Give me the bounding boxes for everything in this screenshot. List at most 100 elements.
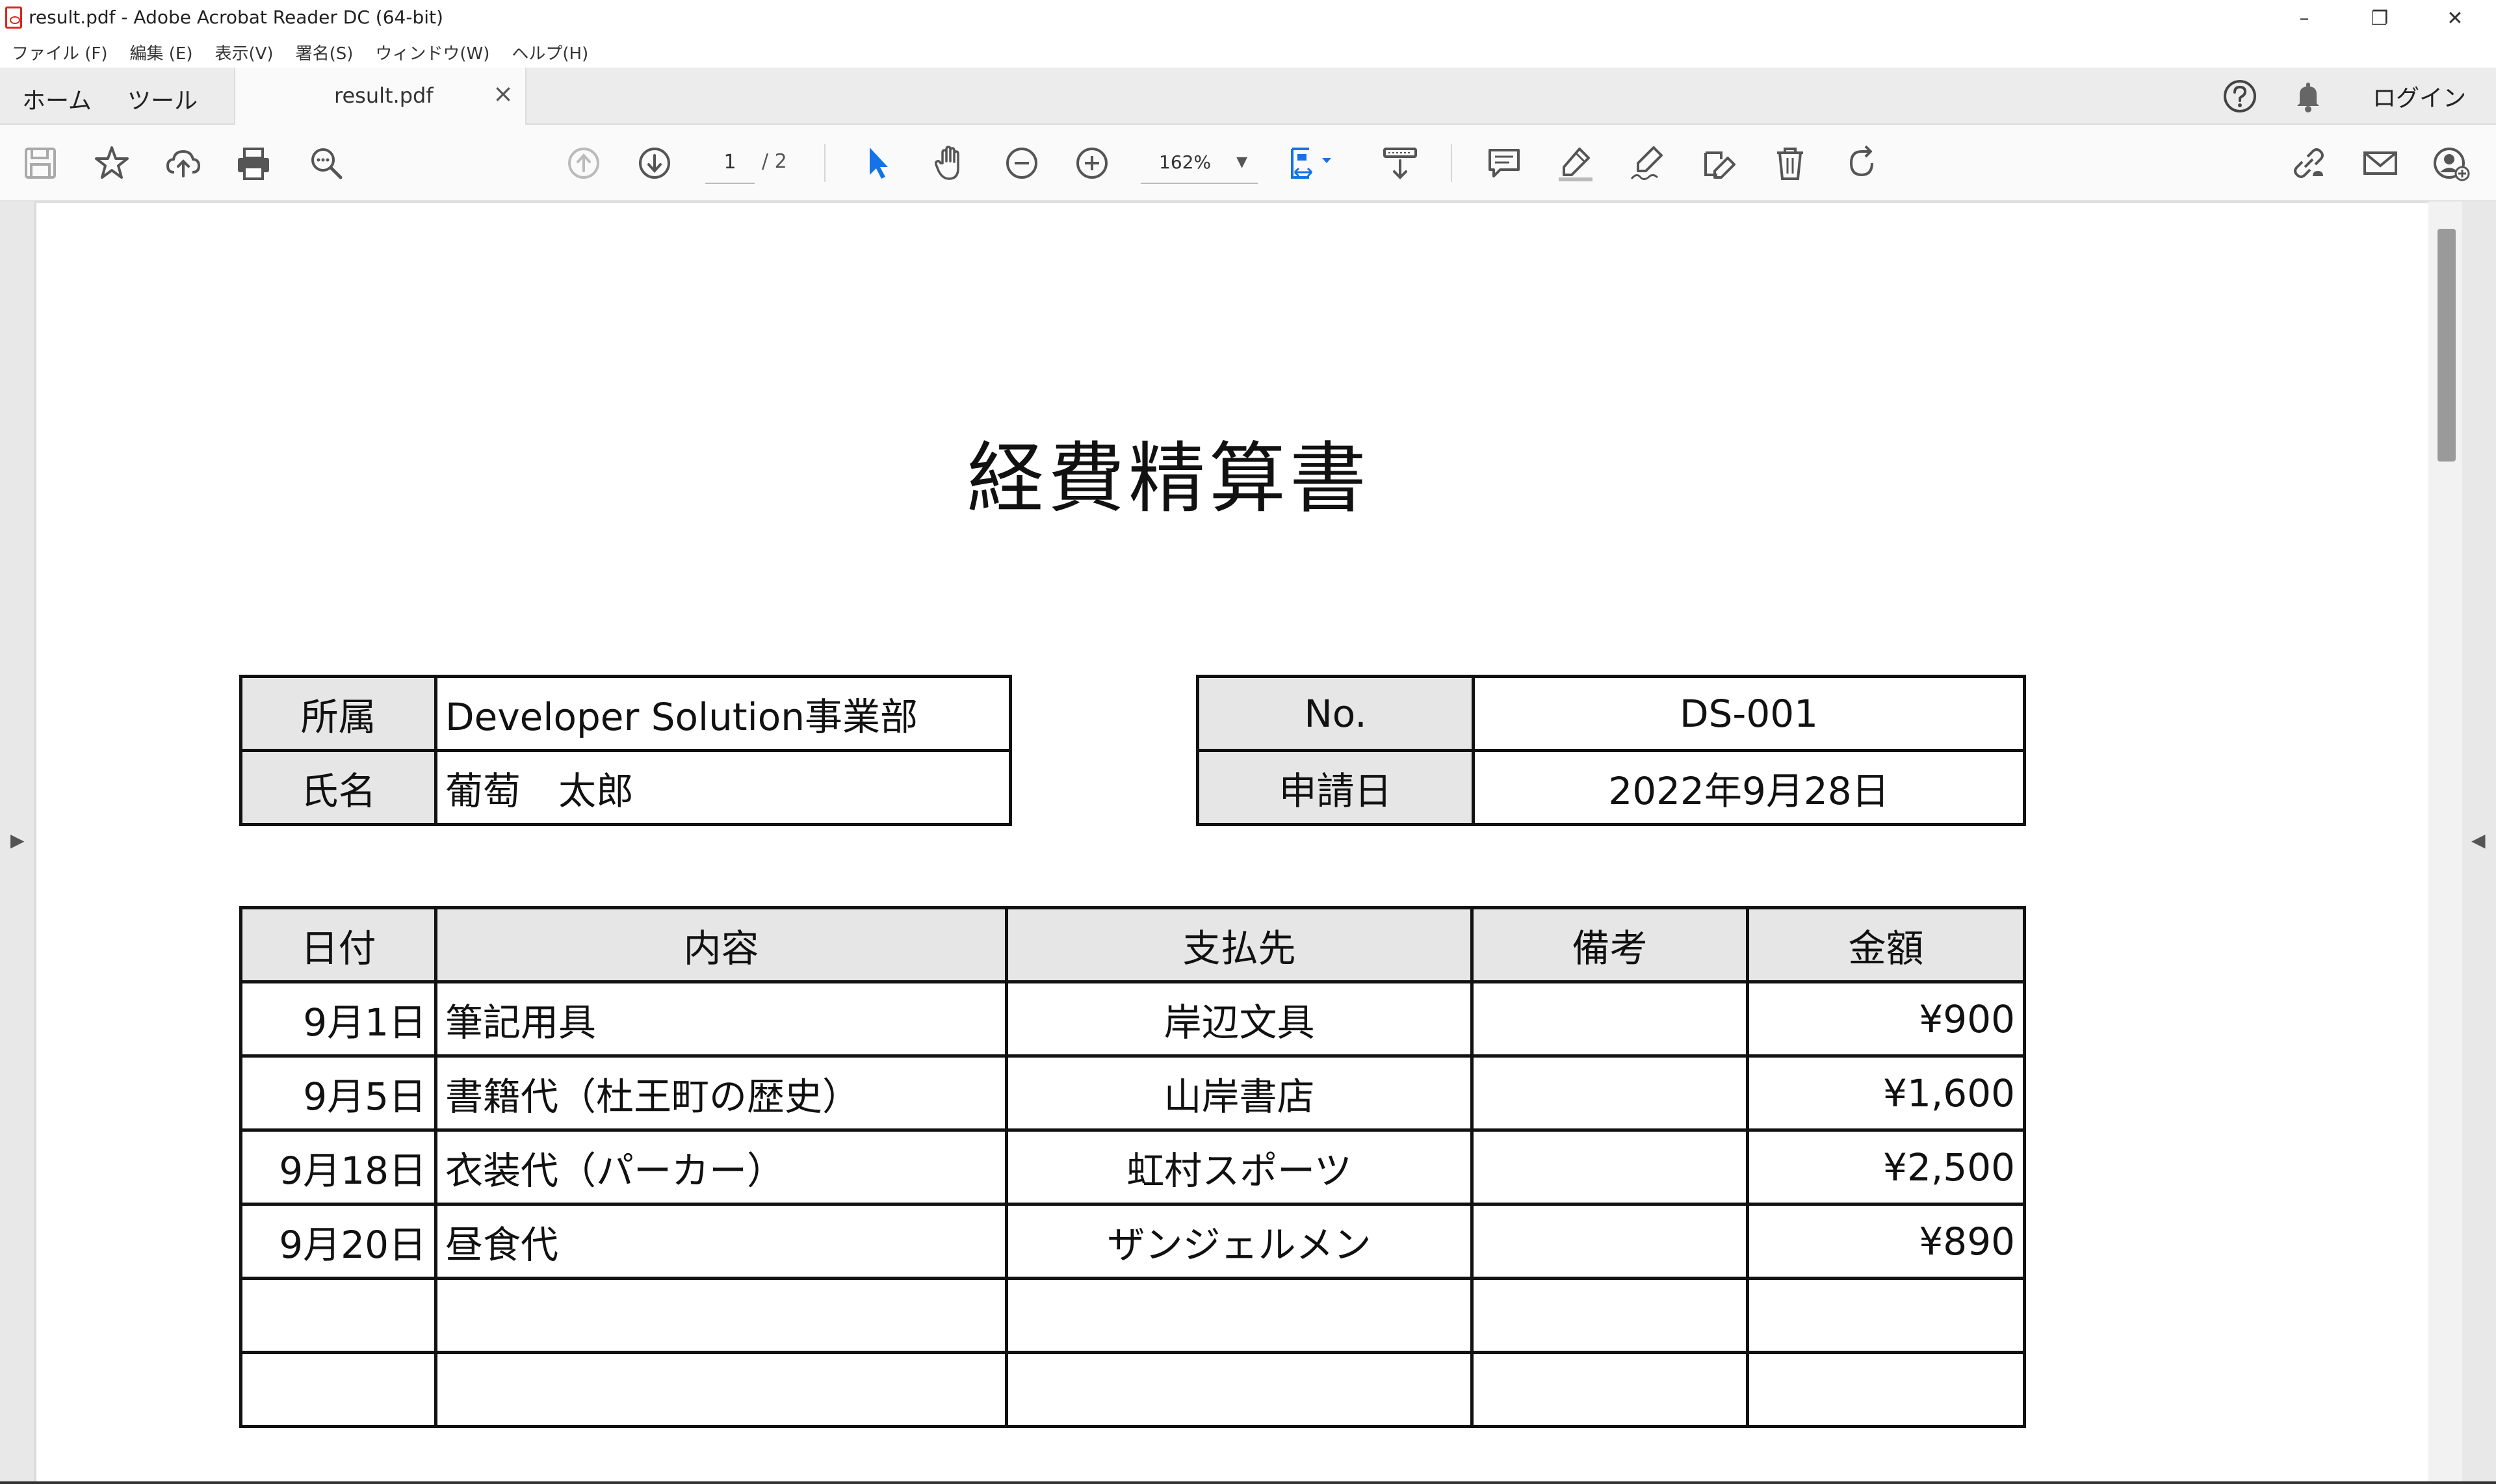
expand-right-icon: ◀ xyxy=(2471,829,2486,851)
cell-note xyxy=(1470,1054,1749,1132)
column-header-description: 内容 xyxy=(434,906,1008,983)
scroll-mode-icon[interactable] xyxy=(1379,142,1421,184)
column-header-payee: 支払先 xyxy=(1005,906,1474,983)
menu-help[interactable]: ヘルプ(H) xyxy=(512,40,588,64)
search-zoom-icon[interactable] xyxy=(306,142,347,184)
notification-bell-icon[interactable] xyxy=(2291,75,2326,117)
page-number-input[interactable]: 1 xyxy=(705,142,755,184)
zoom-out-icon[interactable] xyxy=(1001,142,1043,184)
table-row: 9月18日 衣装代（パーカー） 虹村スポーツ ¥2,500 xyxy=(239,1128,2026,1206)
highlighter-icon[interactable] xyxy=(1555,142,1596,184)
cell-description xyxy=(434,1351,1008,1428)
cell-amount xyxy=(1746,1277,2026,1354)
right-panel-toggle[interactable]: ◀ xyxy=(2462,202,2496,1484)
print-icon[interactable] xyxy=(233,142,274,184)
close-window-button[interactable]: ✕ xyxy=(2419,0,2491,36)
table-row xyxy=(239,1277,2026,1354)
cell-date: 9月5日 xyxy=(239,1054,437,1132)
delete-trash-icon[interactable] xyxy=(1769,142,1811,184)
cell-date: 9月1日 xyxy=(239,980,437,1058)
zoom-select[interactable]: 162% ▼ xyxy=(1141,142,1258,184)
cell-description: 昼食代 xyxy=(434,1203,1008,1280)
table-header-row: 日付 内容 支払先 備考 金額 xyxy=(239,906,2026,983)
cell-amount: ¥1,600 xyxy=(1746,1054,2026,1132)
cell-amount: ¥890 xyxy=(1746,1203,2026,1280)
label-number: No. xyxy=(1196,675,1475,752)
menu-bar: ファイル (F) 編集 (E) 表示(V) 署名(S) ウィンドウ(W) ヘルプ… xyxy=(0,36,2496,68)
tab-document[interactable]: result.pdf × xyxy=(234,68,526,125)
cell-payee: ザンジェルメン xyxy=(1005,1203,1474,1280)
column-header-date: 日付 xyxy=(239,906,437,983)
select-cursor-icon[interactable] xyxy=(857,142,898,184)
restore-button[interactable]: ❐ xyxy=(2344,0,2415,36)
scrollbar-thumb[interactable] xyxy=(2438,229,2456,462)
label-department: 所属 xyxy=(239,675,437,752)
value-number: DS-001 xyxy=(1472,675,2026,752)
cell-note xyxy=(1470,1128,1749,1206)
menu-edit[interactable]: 編集 (E) xyxy=(130,40,193,64)
user-share-icon[interactable] xyxy=(2431,142,2473,184)
table-row: 氏名 葡萄 太郎 xyxy=(239,749,1012,826)
save-icon[interactable] xyxy=(20,142,61,184)
tab-tools[interactable]: ツール xyxy=(127,82,198,116)
hand-tool-icon[interactable] xyxy=(930,142,971,184)
document-title: 経費精算書 xyxy=(967,434,1370,523)
label-application-date: 申請日 xyxy=(1196,749,1475,826)
fit-page-icon[interactable] xyxy=(1286,142,1344,184)
left-panel-toggle[interactable]: ▶ xyxy=(0,202,34,1484)
cell-date: 9月18日 xyxy=(239,1128,437,1206)
table-row: 所属 Developer Solution事業部 xyxy=(239,675,1012,752)
cell-payee xyxy=(1005,1351,1474,1428)
minimize-button[interactable]: – xyxy=(2268,0,2340,36)
pdf-file-icon xyxy=(5,7,22,29)
zoom-in-icon[interactable] xyxy=(1071,142,1113,184)
cell-amount: ¥2,500 xyxy=(1746,1128,2026,1206)
cell-amount: ¥900 xyxy=(1746,980,2026,1058)
edit-text-icon[interactable] xyxy=(1698,142,1739,184)
next-page-icon[interactable] xyxy=(634,142,675,184)
help-icon[interactable] xyxy=(2222,75,2258,117)
cell-note xyxy=(1470,1203,1749,1280)
menu-file[interactable]: ファイル (F) xyxy=(12,40,108,64)
draw-sign-icon[interactable] xyxy=(1626,142,1668,184)
cell-note xyxy=(1470,980,1749,1058)
cell-payee: 岸辺文具 xyxy=(1005,980,1474,1058)
cell-note xyxy=(1470,1277,1749,1354)
previous-page-icon[interactable] xyxy=(563,142,604,184)
page-total: / 2 xyxy=(762,150,787,173)
email-icon[interactable] xyxy=(2360,142,2401,184)
menu-view[interactable]: 表示(V) xyxy=(215,40,274,64)
cell-date xyxy=(239,1277,437,1354)
cell-description: 衣装代（パーカー） xyxy=(434,1128,1008,1206)
table-row: 申請日 2022年9月28日 xyxy=(1196,749,2026,826)
application-info-table: No. DS-001 申請日 2022年9月28日 xyxy=(1196,675,2026,826)
table-row: No. DS-001 xyxy=(1196,675,2026,752)
login-button[interactable]: ログイン xyxy=(2372,75,2466,117)
close-tab-button[interactable]: × xyxy=(493,79,514,108)
zoom-value: 162% xyxy=(1159,151,1212,173)
tab-home[interactable]: ホーム xyxy=(22,82,92,116)
menu-sign[interactable]: 署名(S) xyxy=(296,40,354,64)
share-link-icon[interactable] xyxy=(2288,142,2330,184)
bookmark-star-icon[interactable] xyxy=(91,142,133,184)
comment-icon[interactable] xyxy=(1483,142,1525,184)
expense-table: 日付 内容 支払先 備考 金額 9月1日 筆記用具 岸辺文具 ¥900 9月5日… xyxy=(239,906,2026,1428)
toolbar-separator xyxy=(1451,144,1452,182)
column-header-note: 備考 xyxy=(1470,906,1749,983)
table-row: 9月5日 書籍代（杜王町の歴史） 山岸書店 ¥1,600 xyxy=(239,1054,2026,1132)
cloud-upload-icon[interactable] xyxy=(162,142,204,184)
label-name: 氏名 xyxy=(239,749,437,826)
value-name: 葡萄 太郎 xyxy=(434,749,1012,826)
cell-amount xyxy=(1746,1351,2026,1428)
table-row: 9月1日 筆記用具 岸辺文具 ¥900 xyxy=(239,980,2026,1058)
cell-date: 9月20日 xyxy=(239,1203,437,1280)
cell-description xyxy=(434,1277,1008,1354)
window-bottom-edge xyxy=(0,1481,2496,1484)
value-application-date: 2022年9月28日 xyxy=(1472,749,2026,826)
table-row xyxy=(239,1351,2026,1428)
value-department: Developer Solution事業部 xyxy=(434,675,1012,752)
window-title: result.pdf - Adobe Acrobat Reader DC (64… xyxy=(29,7,443,28)
menu-window[interactable]: ウィンドウ(W) xyxy=(375,40,489,64)
cell-note xyxy=(1470,1351,1749,1428)
rotate-icon[interactable] xyxy=(1841,142,1882,184)
